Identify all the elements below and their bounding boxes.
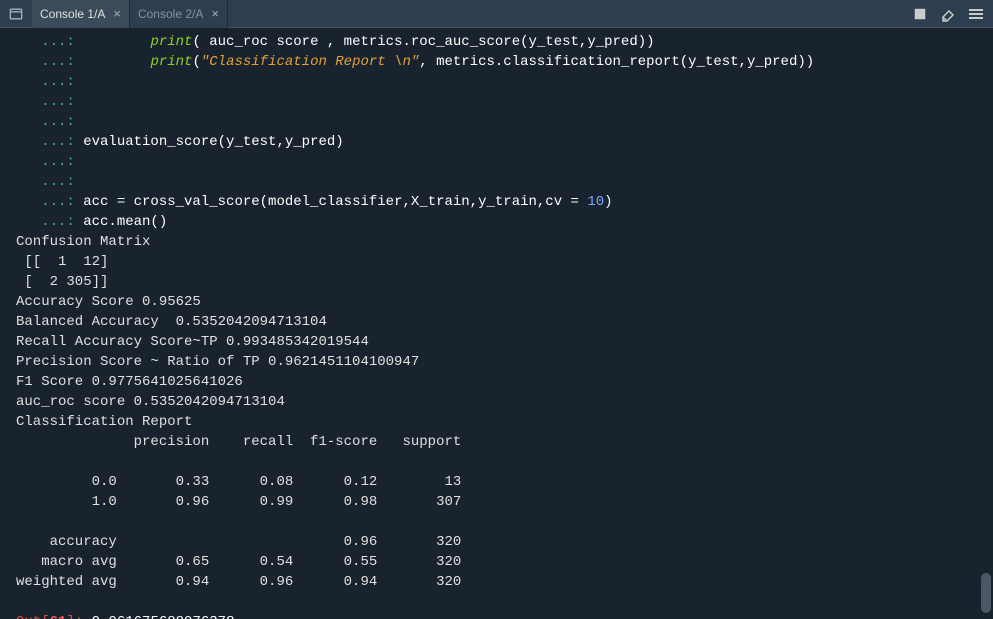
code-text: ( [192, 54, 200, 70]
output-line: [[ 1 12] [16, 254, 108, 270]
window-icon [6, 4, 26, 24]
output-line: F1 Score 0.9775641025641026 [16, 374, 243, 390]
continuation-prompt: ...: [16, 194, 83, 210]
output-line: Precision Score ~ Ratio of TP 0.96214511… [16, 354, 419, 370]
code-text [83, 54, 150, 70]
output-line: Recall Accuracy Score~TP 0.9934853420195… [16, 334, 369, 350]
code-text [83, 34, 150, 50]
continuation-prompt: ...: [16, 34, 83, 50]
tab-console-2a[interactable]: Console 2/A × [130, 0, 228, 28]
menu-icon[interactable] [967, 5, 985, 23]
code-string: "Classification Report \n" [201, 54, 419, 70]
output-line: 0.0 0.33 0.08 0.12 13 [16, 474, 461, 490]
output-line: auc_roc score 0.5352042094713104 [16, 394, 285, 410]
tabs-container: Console 1/A × Console 2/A × [0, 0, 911, 28]
output-line: Confusion Matrix [16, 234, 150, 250]
continuation-prompt: ...: [16, 154, 83, 170]
output-line: [ 2 305]] [16, 274, 108, 290]
output-line: macro avg 0.65 0.54 0.55 320 [16, 554, 461, 570]
tab-label: Console 1/A [40, 7, 105, 21]
output-line: Classification Report [16, 414, 201, 430]
continuation-prompt: ...: [16, 214, 83, 230]
scrollbar-thumb[interactable] [981, 573, 991, 613]
continuation-prompt: ...: [16, 174, 83, 190]
close-icon[interactable]: × [113, 7, 121, 20]
titlebar: Console 1/A × Console 2/A × [0, 0, 993, 28]
output-line: Balanced Accuracy 0.5352042094713104 [16, 314, 327, 330]
continuation-prompt: ...: [16, 114, 83, 130]
code-number: 10 [587, 194, 604, 210]
tab-console-1a[interactable]: Console 1/A × [32, 0, 130, 28]
code-text: , metrics.classification_report(y_test,y… [419, 54, 814, 70]
continuation-prompt: ...: [16, 94, 83, 110]
console-container: ...: print( auc_roc score , metrics.roc_… [0, 28, 993, 619]
toolbar-right [911, 5, 993, 23]
output-line: accuracy 0.96 320 [16, 534, 461, 550]
code-text: evaluation_score(y_test,y_pred) [83, 134, 343, 150]
close-icon[interactable]: × [211, 7, 219, 20]
console-output[interactable]: ...: print( auc_roc score , metrics.roc_… [0, 28, 993, 619]
code-text: acc.mean() [83, 214, 167, 230]
continuation-prompt: ...: [16, 134, 83, 150]
continuation-prompt: ...: [16, 54, 83, 70]
output-line: Accuracy Score 0.95625 [16, 294, 201, 310]
output-line: precision recall f1-score support [16, 434, 461, 450]
code-func: print [150, 54, 192, 70]
out-prompt: Out[61]: [16, 614, 92, 619]
code-text: ( auc_roc score , metrics.roc_auc_score(… [192, 34, 654, 50]
code-func: print [150, 34, 192, 50]
output-line: weighted avg 0.94 0.96 0.94 320 [16, 574, 461, 590]
code-text: ) [604, 194, 612, 210]
code-text: acc = cross_val_score(model_classifier,X… [83, 194, 587, 210]
stop-icon[interactable] [911, 5, 929, 23]
output-line: 1.0 0.96 0.99 0.98 307 [16, 494, 461, 510]
tab-label: Console 2/A [138, 7, 203, 21]
eraser-icon[interactable] [939, 5, 957, 23]
scrollbar[interactable] [979, 28, 991, 619]
output-result: 0.961675688976378 [92, 614, 235, 619]
continuation-prompt: ...: [16, 74, 83, 90]
